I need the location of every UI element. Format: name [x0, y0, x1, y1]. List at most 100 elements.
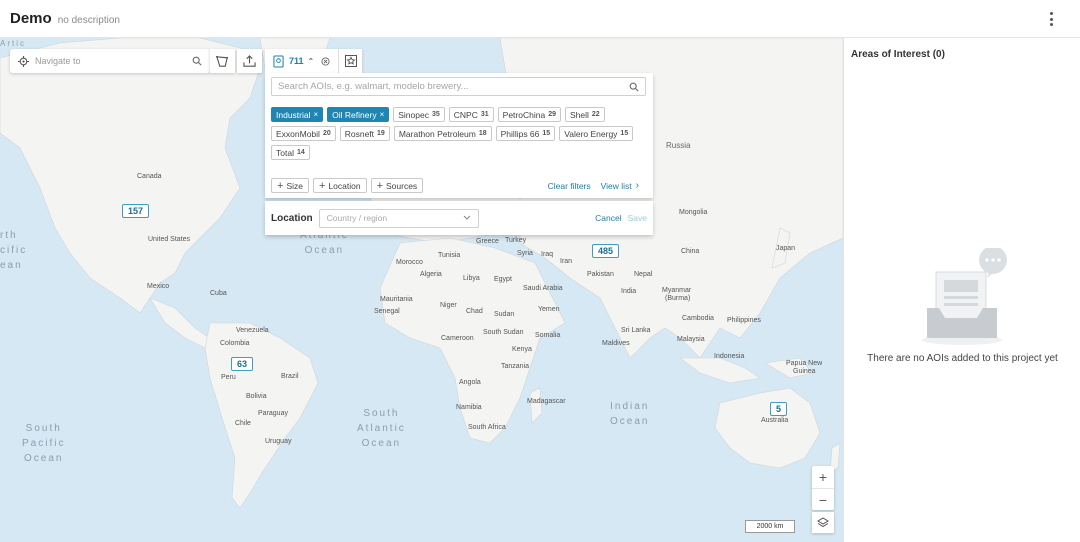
map-label-madagascar: Madagascar — [527, 398, 566, 405]
aoi-search[interactable] — [271, 77, 646, 96]
map-label-senegal: Senegal — [374, 308, 400, 315]
navigate-input[interactable] — [35, 56, 192, 66]
app-header: Demo no description — [0, 0, 1080, 38]
map-label-papua-new: Papua New — [786, 360, 823, 367]
chip-industrial[interactable]: Industrial × — [271, 107, 324, 122]
view-list-link[interactable]: View list — [601, 181, 632, 191]
map-label-cameroon: Cameroon — [441, 335, 474, 342]
map-label-nepal: Nepal — [634, 271, 653, 278]
map-label-syria: Syria — [517, 250, 533, 257]
map-label-brazil: Brazil — [281, 373, 299, 380]
kebab-menu-icon[interactable] — [1046, 11, 1056, 27]
map-label-maldives: Maldives — [602, 340, 630, 347]
empty-inbox-icon — [922, 248, 1007, 345]
clear-circle-icon[interactable] — [321, 56, 330, 66]
zoom-in-button[interactable]: + — [812, 466, 834, 488]
aoi-cluster-australia[interactable]: 5 — [770, 402, 788, 416]
chip-shell[interactable]: Shell 22 — [564, 107, 605, 122]
map-label-canada: Canada — [137, 173, 162, 180]
map-label-angola: Angola — [459, 379, 481, 386]
map-label-paraguay: Paraguay — [258, 410, 288, 417]
add-location-filter-button[interactable]: + Location — [312, 178, 367, 193]
aoi-cluster-south-america[interactable]: 63 — [231, 357, 254, 371]
search-icon[interactable] — [629, 82, 639, 92]
location-save-button[interactable]: Save — [628, 213, 647, 223]
map-label-morocco: Morocco — [396, 259, 423, 266]
filter-panel-footer: + Size + Location + Sources Clear filters V… — [271, 178, 647, 193]
clear-filters-link[interactable]: Clear filters — [548, 181, 591, 191]
location-filter-panel: Location Country / region Cancel Save — [265, 201, 653, 235]
aoi-count: 711 — [289, 56, 304, 66]
aoi-cluster-north-america[interactable]: 157 — [122, 204, 150, 218]
navigate-search[interactable] — [10, 49, 210, 73]
aoi-count-toggle[interactable]: 711 ⌃ — [265, 49, 362, 73]
add-size-filter-button[interactable]: + Size — [271, 178, 309, 193]
chip-marathon-petroleum[interactable]: Marathon Petroleum 18 — [393, 126, 492, 141]
map-label-philippines: Philippines — [727, 317, 761, 324]
upload-icon — [243, 54, 256, 67]
starred-aoi-icon[interactable] — [345, 55, 358, 67]
locate-icon — [18, 55, 29, 67]
polygon-icon — [216, 55, 229, 67]
chip-valero-energy[interactable]: Valero Energy 15 — [559, 126, 634, 141]
aoi-sidebar: Areas of Interest (0) There are no AOIs … — [843, 38, 1080, 542]
ocean-south-atlantic: South Atlantic Ocean — [357, 408, 406, 449]
project-description[interactable]: no description — [58, 15, 120, 26]
chip-petrochina[interactable]: PetroChina 29 — [497, 107, 561, 122]
chip-cnpc[interactable]: CNPC 31 — [448, 107, 494, 122]
map-label-venezuela: Venezuela — [236, 327, 269, 334]
zoom-control: + − — [812, 466, 834, 510]
chip-remove-icon[interactable]: × — [314, 110, 319, 119]
map-label-chile: Chile — [235, 420, 251, 427]
project-title: Demo — [10, 10, 52, 27]
chip-remove-icon[interactable]: × — [380, 110, 385, 119]
map-label-south-sudan: South Sudan — [483, 329, 524, 336]
map-label-iraq: Iraq — [541, 251, 554, 258]
zoom-out-button[interactable]: − — [812, 488, 834, 510]
chip-oil-refinery[interactable]: Oil Refinery × — [327, 107, 390, 122]
map-label-mexico: Mexico — [147, 283, 170, 290]
layers-button[interactable] — [812, 512, 834, 533]
chip-sinopec[interactable]: Sinopec 35 — [393, 107, 445, 122]
map-label-colombia: Colombia — [220, 340, 250, 347]
aoi-search-input[interactable] — [278, 81, 629, 92]
chevron-up-icon[interactable]: ⌃ — [308, 57, 315, 66]
map-label-chad: Chad — [466, 308, 483, 315]
chip-phillips-66[interactable]: Phillips 66 15 — [495, 126, 556, 141]
map-label-indonesia: Indonesia — [714, 353, 745, 360]
search-icon[interactable] — [192, 56, 202, 66]
aoi-sidebar-title: Areas of Interest (0) — [851, 49, 945, 60]
map-label-myanmar: Myanmar — [662, 287, 692, 294]
map-label-united-states: United States — [148, 236, 191, 243]
chip-total[interactable]: Total 14 — [271, 145, 310, 160]
map-label-guinea: Guinea — [793, 368, 816, 375]
map-label-iran: Iran — [560, 258, 573, 265]
country-region-select[interactable]: Country / region — [318, 208, 479, 228]
draw-polygon-button[interactable] — [210, 49, 235, 73]
location-cancel-button[interactable]: Cancel — [595, 213, 621, 223]
add-sources-filter-button[interactable]: + Sources — [370, 178, 424, 193]
chevron-down-icon — [463, 215, 471, 220]
filter-chips: Industrial × Oil Refinery × Sinopec 35 CNPC… — [271, 107, 647, 160]
aoi-pin-icon — [273, 54, 284, 68]
map-label-cuba: Cuba — [210, 290, 227, 297]
upload-button[interactable] — [237, 49, 262, 73]
map-label-peru: Peru — [221, 374, 236, 381]
chevron-right-icon[interactable]: › — [636, 180, 639, 191]
map-label-uruguay: Uruguay — [265, 438, 292, 445]
map-label-niger: Niger — [440, 302, 457, 309]
chip-exxonmobil[interactable]: ExxonMobil 20 — [271, 126, 336, 141]
chip-rosneft[interactable]: Rosneft 19 — [339, 126, 390, 141]
map-label-kenya: Kenya — [512, 346, 532, 353]
map-label-australia: Australia — [761, 417, 789, 424]
map-label-turkey: Turkey — [505, 237, 527, 244]
map-label-somalia: Somalia — [535, 332, 561, 339]
location-label: Location — [271, 212, 313, 224]
map-label-south-africa: South Africa — [468, 424, 506, 431]
map-label-egypt: Egypt — [494, 276, 512, 283]
aoi-cluster-asia[interactable]: 485 — [592, 244, 620, 258]
plus-icon: + — [318, 179, 326, 192]
map-label-sudan: Sudan — [494, 311, 515, 318]
filter-panel: Industrial× Oil Refinery× Sinopec35 CNPC… — [265, 73, 653, 198]
map-label-namibia: Namibia — [456, 404, 482, 411]
